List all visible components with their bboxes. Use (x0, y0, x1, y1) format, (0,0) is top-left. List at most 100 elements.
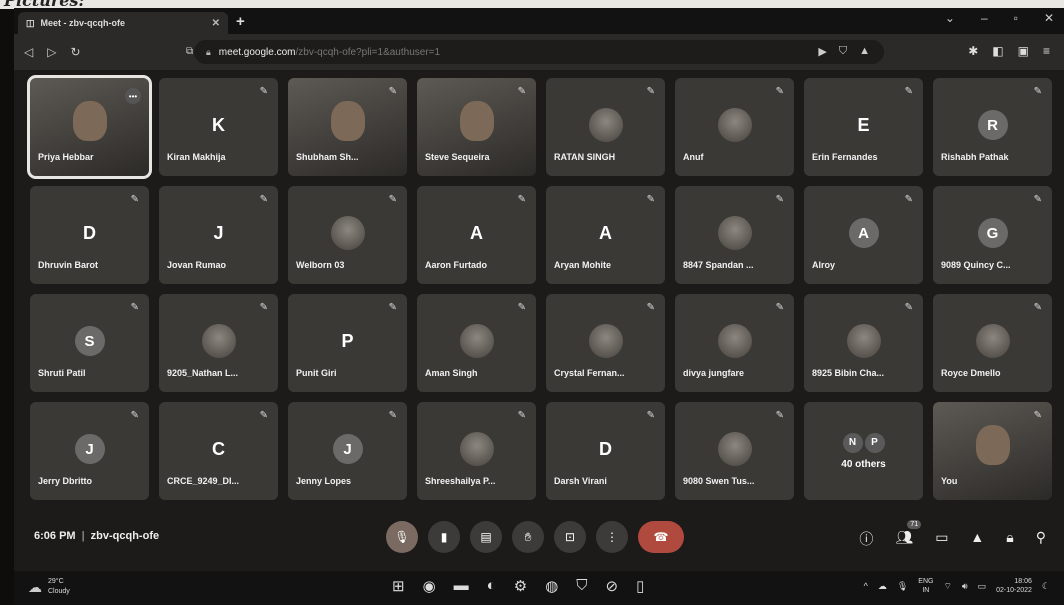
url-field[interactable]: 🔒︎ meet.google.com/zbv-qcqh-ofe?pli=1&au… (194, 40, 884, 64)
mic-off-icon: ✎ (646, 86, 655, 97)
new-tab-button[interactable]: + (236, 13, 245, 30)
shield-icon[interactable]: ⛉ (839, 45, 847, 58)
mic-off-icon: ✎ (259, 302, 268, 313)
sidebar-icon[interactable]: ◧ (992, 44, 1003, 58)
leave-call-button[interactable]: ☎︎ (638, 521, 684, 553)
file-explorer-icon[interactable]: ▬ (454, 577, 469, 595)
profile-photo (588, 324, 623, 359)
participant-tile[interactable]: A ✎ Alroy (804, 186, 923, 284)
participant-tile[interactable]: D ✎ Darsh Virani (546, 402, 665, 500)
raise-hand-button[interactable]: ✋︎ (512, 521, 544, 553)
participant-tile[interactable]: ••• Priya Hebbar (27, 75, 152, 179)
participant-tile[interactable]: ✎ 9080 Swen Tus... (675, 402, 794, 500)
initial-avatar: J (213, 222, 224, 243)
participant-tile[interactable]: ✎ Anuf (675, 78, 794, 176)
mic-off-icon: ✎ (388, 302, 397, 313)
participant-tile[interactable]: ✎ divya jungfare (675, 294, 794, 392)
participant-tile[interactable]: ✎ Shreeshailya P... (417, 402, 536, 500)
compass-icon[interactable]: ⊘ (606, 577, 619, 595)
participant-tile[interactable]: S ✎ Shruti Patil (30, 294, 149, 392)
participant-tile[interactable]: ✎ RATAN SINGH (546, 78, 665, 176)
chrome-icon[interactable]: ◍ (545, 577, 558, 595)
onedrive-icon[interactable]: ☁ (878, 581, 887, 592)
participant-tile[interactable]: C ✎ CRCE_9249_DI... (159, 402, 278, 500)
back-icon[interactable]: ◁ (24, 45, 33, 59)
participant-tile[interactable]: ✎ Crystal Fernan... (546, 294, 665, 392)
whatsapp-icon[interactable]: ◐ (487, 577, 496, 595)
participant-tile[interactable]: ✎ 8847 Spandan ... (675, 186, 794, 284)
participant-tile[interactable]: ✎ You (933, 402, 1052, 500)
weather-widget[interactable]: ☁ 29°C Cloudy (28, 577, 70, 597)
settings-icon[interactable]: ⚙ (514, 577, 527, 595)
participant-tile[interactable]: ✎ Welborn 03 (288, 186, 407, 284)
clock[interactable]: 18:06 02-10-2022 (996, 577, 1032, 595)
chevron-up-icon[interactable]: ^ (864, 581, 868, 591)
browser-tab[interactable]: ◫ Meet - zbv-qcqh-ofe ✕ (18, 12, 228, 34)
maximize-icon[interactable]: ▫ (1014, 11, 1018, 25)
present-button[interactable]: ⊡ (554, 521, 586, 553)
participant-tile[interactable]: E ✎ Erin Fernandes (804, 78, 923, 176)
wallet-icon[interactable]: ▣ (1018, 44, 1029, 58)
participant-tile[interactable]: J ✎ Jenny Lopes (288, 402, 407, 500)
participant-name: Jovan Rumao (167, 260, 227, 270)
mic-off-icon: ✎ (130, 302, 139, 313)
windows-start-icon[interactable]: ⊞ (392, 577, 405, 595)
participant-tile[interactable]: N P 40 others (804, 402, 923, 500)
participant-name: divya jungfare (683, 368, 745, 378)
info-icon[interactable]: ⓘ (859, 529, 873, 549)
mic-off-icon: ✎ (1033, 410, 1042, 421)
mic-toggle-button[interactable]: 🎙︎ (386, 521, 418, 553)
participant-tile[interactable]: P ✎ Punit Giri (288, 294, 407, 392)
activities-icon[interactable]: ▲ (970, 529, 984, 549)
participant-tile[interactable]: G ✎ 9089 Quincy C... (933, 186, 1052, 284)
participant-tile[interactable]: A ✎ Aryan Mohite (546, 186, 665, 284)
host-controls-icon[interactable]: 🔒︎ (1006, 529, 1013, 549)
account-icon[interactable]: ⚲ (1036, 529, 1046, 549)
profile-photo (459, 432, 494, 467)
participant-name: 9080 Swen Tus... (683, 476, 755, 486)
participant-tile[interactable]: D ✎ Dhruvin Barot (30, 186, 149, 284)
extensions-icon[interactable]: ✱ (968, 44, 978, 58)
more-options-button[interactable]: ⋮ (596, 521, 628, 553)
chat-icon[interactable]: ▭ (935, 529, 948, 549)
forward-icon[interactable]: ▷ (47, 45, 56, 59)
microphone-icon[interactable]: 🎙︎ (897, 581, 908, 592)
brave-icon[interactable]: ⛉ (576, 577, 587, 595)
participant-tile[interactable]: J ✎ Jerry Dbritto (30, 402, 149, 500)
participant-tile[interactable]: A ✎ Aaron Furtado (417, 186, 536, 284)
captions-button[interactable]: ▤ (470, 521, 502, 553)
participant-name: Aman Singh (425, 368, 478, 378)
language-indicator[interactable]: ENG IN (918, 577, 933, 595)
profile-photo (717, 216, 752, 251)
wifi-icon[interactable]: ⌔ (943, 581, 951, 592)
volume-icon[interactable]: 🔊︎ (962, 581, 968, 592)
participant-tile[interactable]: ✎ 8925 Bibin Cha... (804, 294, 923, 392)
close-tab-icon[interactable]: ✕ (212, 18, 220, 29)
minimize-icon[interactable]: – (981, 11, 988, 25)
battery-icon[interactable]: ▭ (978, 581, 987, 592)
participant-tile[interactable]: ✎ Steve Sequeira (417, 78, 536, 176)
notes-icon[interactable]: ▯ (636, 577, 644, 595)
close-window-icon[interactable]: ✕ (1044, 11, 1054, 25)
participant-tile[interactable]: ✎ 9205_Nathan L... (159, 294, 278, 392)
participant-tile[interactable]: ✎ Aman Singh (417, 294, 536, 392)
people-button[interactable]: 👥︎ 71 (895, 520, 922, 549)
lock-icon[interactable]: 🔒︎ (206, 47, 211, 58)
address-bar-row: ◁ ▷ ↻ ⧉ 🔒︎ meet.google.com/zbv-qcqh-ofe?… (14, 34, 1064, 70)
camera-permission-icon[interactable]: ▶ (818, 45, 826, 58)
url-path: /zbv-qcqh-ofe?pli=1&authuser=1 (295, 46, 441, 58)
tab-search-icon[interactable]: ⌄ (945, 11, 955, 25)
camera-toggle-button[interactable]: ▮ (428, 521, 460, 553)
search-icon[interactable]: ◉ (423, 577, 436, 595)
alert-icon[interactable]: ▲ (859, 45, 870, 58)
system-tray: ^ ☁ 🎙︎ ENG IN ⌔ 🔊︎ ▭ 18:06 02-10-2022 ☾ (864, 577, 1050, 595)
notifications-icon[interactable]: ☾ (1042, 581, 1050, 592)
participant-tile[interactable]: K ✎ Kiran Makhija (159, 78, 278, 176)
participant-tile[interactable]: ✎ Shubham Sh... (288, 78, 407, 176)
reload-icon[interactable]: ↻ (70, 45, 80, 59)
bookmark-icon[interactable]: ⧉ (186, 46, 193, 57)
participant-tile[interactable]: J ✎ Jovan Rumao (159, 186, 278, 284)
menu-icon[interactable]: ≡ (1043, 44, 1050, 58)
participant-tile[interactable]: ✎ Royce Dmello (933, 294, 1052, 392)
participant-tile[interactable]: R ✎ Rishabh Pathak (933, 78, 1052, 176)
